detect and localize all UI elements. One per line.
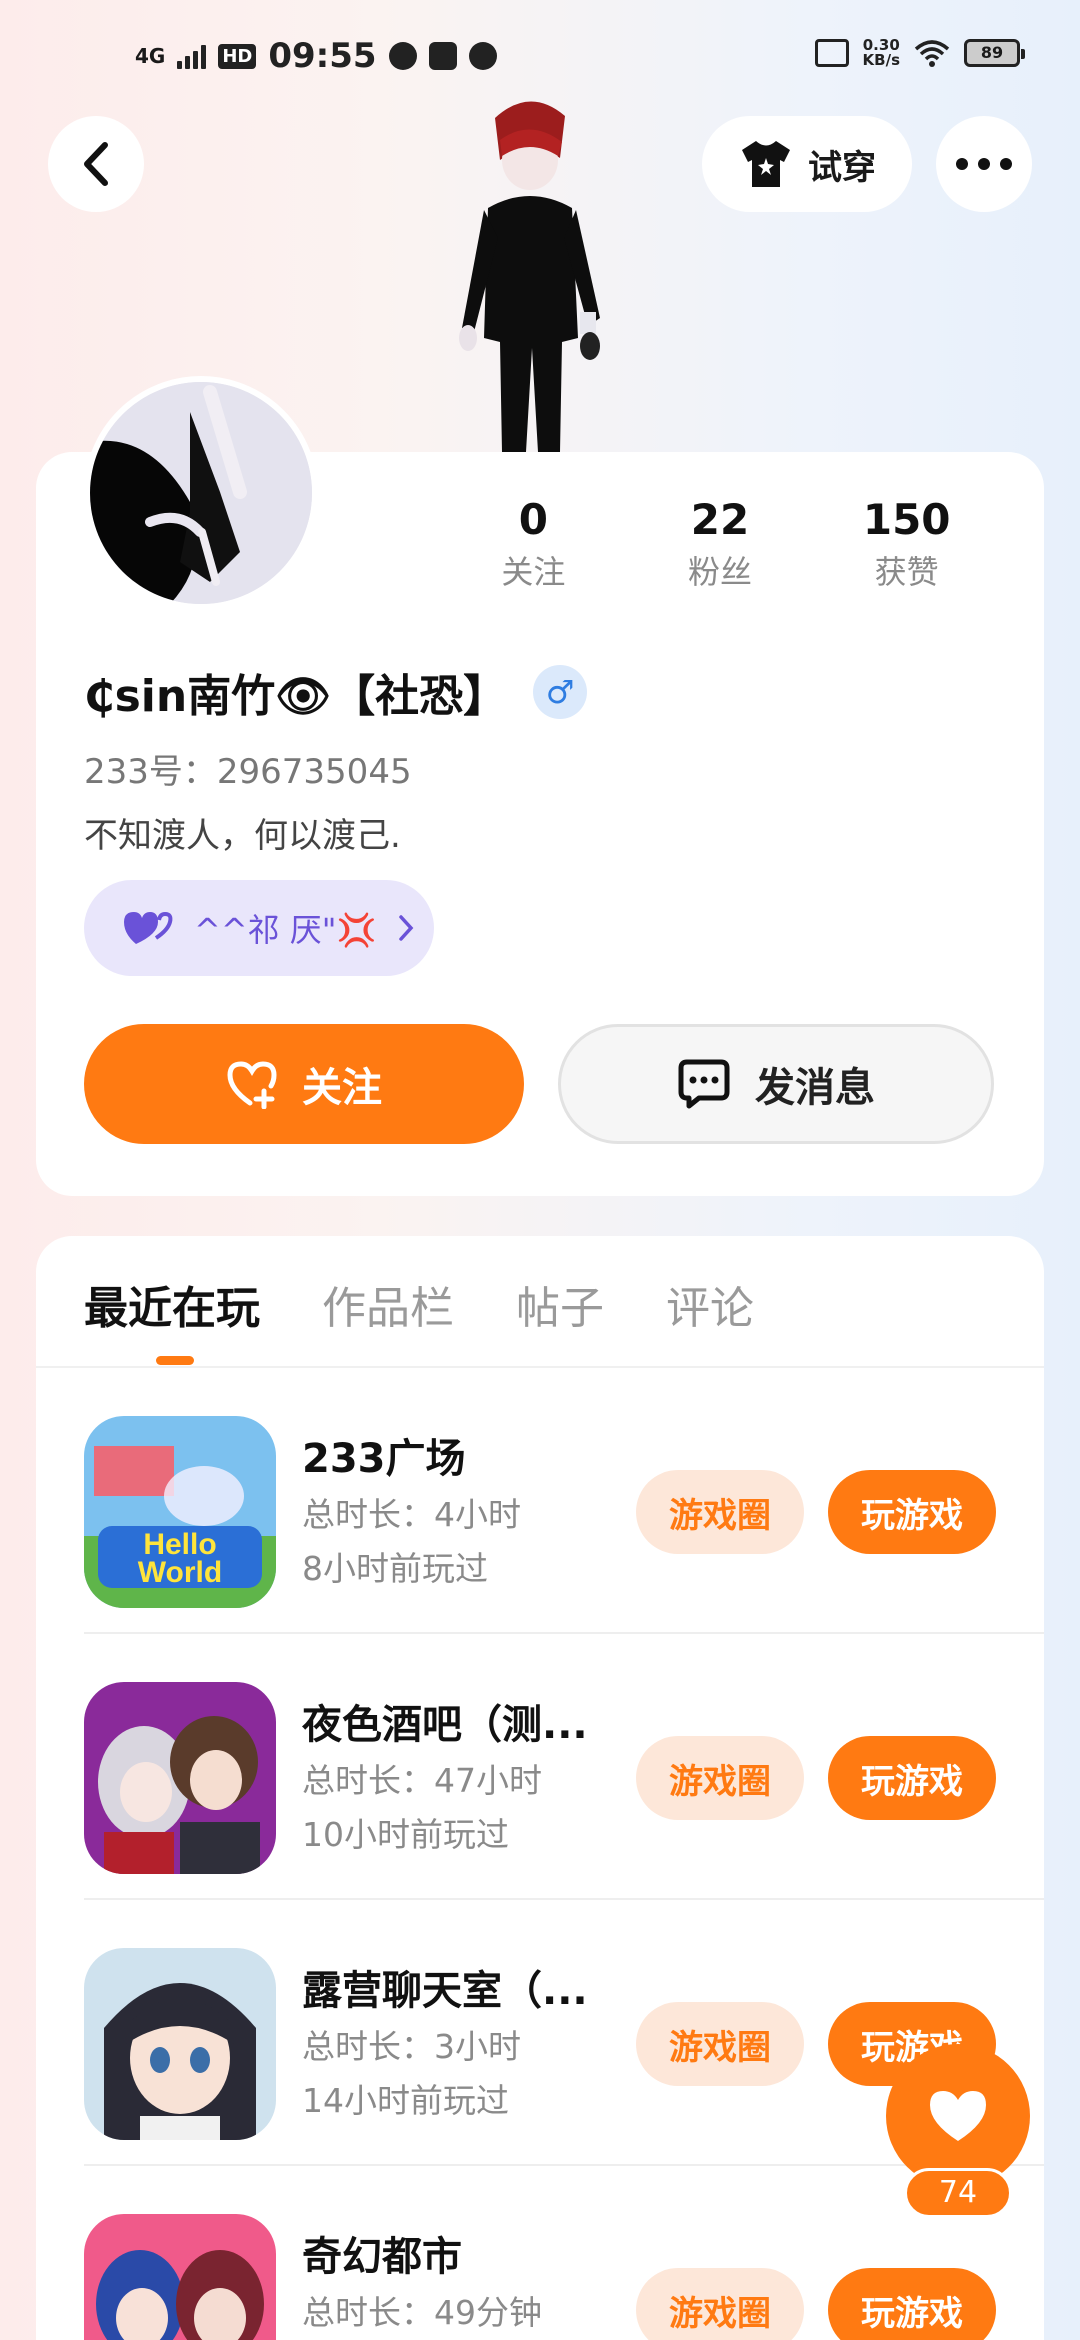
- game-icon[interactable]: [84, 1948, 276, 2140]
- game-name: 233广场: [302, 1436, 466, 1482]
- game-circle-button[interactable]: 游戏圈: [636, 2002, 804, 2086]
- game-name: 夜色酒吧（测...: [302, 1702, 588, 1748]
- try-on-label: 试穿: [808, 147, 876, 188]
- stats-row: 0 关注 22 粉丝 150 获赞: [440, 492, 1000, 596]
- send-message-button[interactable]: 发消息: [558, 1024, 994, 1144]
- signal-icon: [177, 43, 207, 69]
- game-icon[interactable]: Hello World: [84, 1416, 276, 1608]
- avatar-image: [90, 382, 312, 604]
- video-app-icon: [428, 42, 457, 70]
- wechat-icon: [388, 42, 417, 70]
- avatar-figure[interactable]: [440, 98, 620, 452]
- follow-label: 关注: [302, 1065, 382, 1111]
- user-bio: 不知渡人，何以渡己.: [84, 816, 401, 856]
- stat-value: 22: [690, 495, 750, 544]
- app-notification-icon: [468, 42, 497, 70]
- game-total-time: 总时长：4小时: [302, 1495, 521, 1534]
- like-count-badge: 74: [904, 2168, 1012, 2218]
- play-game-button[interactable]: 玩游戏: [828, 1470, 996, 1554]
- tab-recent-played[interactable]: 最近在玩: [84, 1272, 260, 1336]
- play-game-button[interactable]: 玩游戏: [828, 1736, 996, 1820]
- game-last-played: 8小时前玩过: [302, 1549, 488, 1588]
- game-icon[interactable]: [84, 2214, 276, 2340]
- avatar[interactable]: [84, 376, 318, 610]
- like-fab[interactable]: [886, 2044, 1030, 2188]
- chevron-left-icon: [84, 142, 108, 186]
- more-button[interactable]: [936, 116, 1032, 212]
- game-row[interactable]: Hello World 233广场 总时长：4小时 8小时前玩过 游戏圈 玩游戏: [84, 1368, 1044, 1634]
- more-dots-icon: [956, 158, 1012, 170]
- game-row[interactable]: 夜色酒吧（测... 总时长：47小时 10小时前玩过 游戏圈 玩游戏: [84, 1634, 1044, 1900]
- svg-text:World: World: [138, 1556, 222, 1589]
- tab-comments[interactable]: 评论: [666, 1272, 754, 1336]
- vibrate-icon: [814, 39, 849, 67]
- heart-plus-icon: [227, 1061, 277, 1109]
- send-message-label: 发消息: [755, 1065, 875, 1111]
- follow-button[interactable]: 关注: [84, 1024, 524, 1144]
- stat-value: 0: [518, 495, 548, 544]
- game-circle-button[interactable]: 游戏圈: [636, 1736, 804, 1820]
- stat-fans[interactable]: 22 粉丝: [627, 492, 814, 596]
- friend-tag-label: ^^祁 厌"💢: [194, 911, 377, 949]
- game-total-time: 总时长：47小时: [302, 1761, 542, 1800]
- male-gender-icon: ♂: [533, 665, 588, 719]
- user-id: 233号：296735045: [84, 752, 412, 792]
- game-total-time: 总时长：3小时: [302, 2027, 521, 2066]
- network-speed: 0.30 KB/s: [862, 36, 900, 69]
- game-circle-button[interactable]: 游戏圈: [636, 1470, 804, 1554]
- hd-badge: HD: [218, 43, 257, 69]
- game-name: 奇幻都市: [302, 2234, 462, 2280]
- chat-bubble-icon: [678, 1059, 730, 1109]
- chevron-right-icon: [399, 915, 414, 941]
- recent-games-card: 最近在玩 作品栏 帖子 评论 Hello World 233广场 总时长：4小时…: [36, 1236, 1044, 2340]
- nickname: ₵sin南竹👁【社恐】: [84, 671, 508, 722]
- wifi-icon: [914, 40, 950, 67]
- profile-tabs: 最近在玩 作品栏 帖子 评论: [84, 1272, 754, 1336]
- stat-label: 关注: [501, 553, 566, 591]
- stat-likes[interactable]: 150 获赞: [813, 492, 1000, 596]
- game-name: 露营聊天室（...: [302, 1968, 588, 2014]
- home-indicator: [0, 2326, 1080, 2340]
- stat-value: 150: [862, 495, 951, 544]
- game-last-played: 10小时前玩过: [302, 1815, 509, 1854]
- network-type: 4G: [135, 44, 166, 68]
- battery-icon: 89: [964, 39, 1025, 67]
- friend-tag-chip[interactable]: ^^祁 厌"💢: [84, 880, 434, 976]
- game-last-played: 14小时前玩过: [302, 2081, 509, 2120]
- nickname-row: ₵sin南竹👁【社恐】 ♂: [84, 660, 588, 724]
- status-time: 09:55: [268, 36, 377, 76]
- back-button[interactable]: [48, 116, 144, 212]
- tshirt-icon: [742, 141, 790, 187]
- heart-icon: [930, 2091, 986, 2141]
- try-on-button[interactable]: 试穿: [702, 116, 912, 212]
- game-icon[interactable]: [84, 1682, 276, 1874]
- stat-label: 粉丝: [688, 553, 753, 591]
- game-row[interactable]: 奇幻都市 总时长：49分钟 游戏圈 玩游戏: [84, 2166, 1044, 2340]
- stat-label: 获赞: [874, 553, 939, 591]
- tab-works[interactable]: 作品栏: [322, 1272, 454, 1336]
- tab-posts[interactable]: 帖子: [516, 1272, 604, 1336]
- active-tab-indicator: [156, 1356, 194, 1365]
- double-heart-icon: [124, 911, 173, 944]
- stat-following[interactable]: 0 关注: [440, 492, 627, 596]
